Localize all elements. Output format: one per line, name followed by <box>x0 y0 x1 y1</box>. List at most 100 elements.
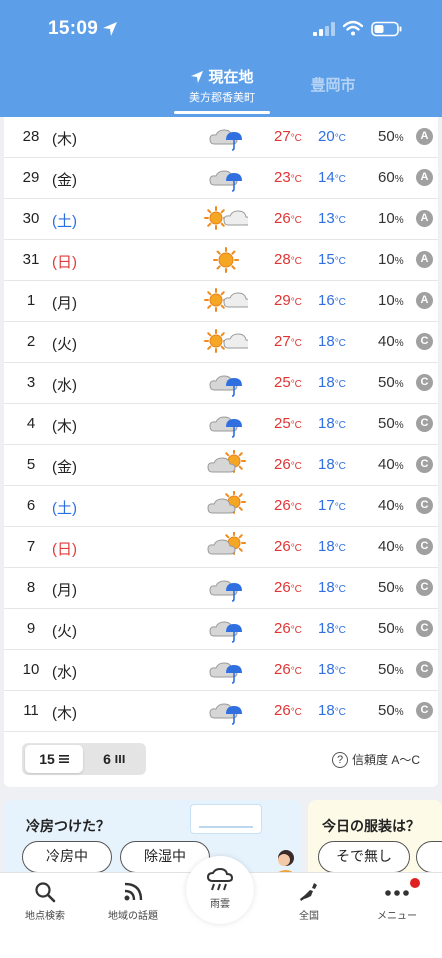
forecast-weekday: (金) <box>52 459 77 476</box>
forecast-day: 31 <box>22 251 40 268</box>
sun-cloud-icon <box>204 288 248 312</box>
wifi-icon <box>343 20 363 36</box>
forecast-reliability-badge: A <box>416 251 433 268</box>
cloud-sun-icon <box>207 491 246 514</box>
nav-national[interactable]: 全国 <box>264 881 354 922</box>
toggle-6-days[interactable]: 6 <box>85 745 143 773</box>
forecast-low-temp: 16°C <box>318 292 346 309</box>
sleeveless-button[interactable]: そで無し <box>318 841 410 873</box>
cloud-rain-icon <box>209 621 242 643</box>
sun-cloud-icon <box>204 206 248 230</box>
forecast-reliability-badge: C <box>416 333 433 350</box>
tab-toyooka[interactable]: 豊岡市 <box>300 74 366 95</box>
sun-icon <box>213 247 239 273</box>
forecast-weekday: (土) <box>52 500 77 517</box>
tab-current-sublabel: 美方郡香美町 <box>189 92 255 104</box>
forecast-high-temp: 26°C <box>274 456 302 473</box>
tab-current-location[interactable]: 現在地 美方郡香美町 <box>172 66 272 116</box>
forecast-weekday: (木) <box>52 131 77 148</box>
forecast-reliability-badge: C <box>416 456 433 473</box>
question-icon: ? <box>332 751 348 768</box>
forecast-weekday: (水) <box>52 377 77 394</box>
forecast-low-temp: 18°C <box>318 415 346 432</box>
ac-survey-title: 冷房つけた？ <box>26 818 110 834</box>
status-time: 15:09 <box>48 18 99 39</box>
nav-search-label: 地点検索 <box>25 911 65 922</box>
forecast-day: 5 <box>26 456 36 473</box>
forecast-row: 4 (木) 25°C 18°C 50% C <box>4 404 438 445</box>
search-icon <box>35 882 56 903</box>
forecast-row: 1 (月) 29°C 16°C 10% A <box>4 281 438 322</box>
cooling-button[interactable]: 冷房中 <box>22 841 112 873</box>
forecast-reliability-badge: C <box>416 702 433 719</box>
forecast-precip-chance: 10% <box>378 292 404 309</box>
nav-rain-radar[interactable]: 雨雲 <box>186 856 254 924</box>
forecast-row: 9 (火) 26°C 18°C 50% C <box>4 609 438 650</box>
forecast-reliability-badge: A <box>416 210 433 227</box>
forecast-day: 28 <box>22 128 40 145</box>
forecast-precip-chance: 50% <box>378 579 404 596</box>
forecast-low-temp: 18°C <box>318 456 346 473</box>
forecast-row: 6 (土) 26°C 17°C 40% C <box>4 486 438 527</box>
toggle-15-days[interactable]: 15 <box>25 745 83 773</box>
forecast-precip-chance: 40% <box>378 456 404 473</box>
forecast-precip-chance: 10% <box>378 210 404 227</box>
nav-menu-label: メニュー <box>377 911 417 922</box>
forecast-precip-chance: 40% <box>378 497 404 514</box>
nav-rain-label: 雨雲 <box>210 899 230 910</box>
forecast-day: 4 <box>26 415 36 432</box>
forecast-reliability-badge: A <box>416 292 433 309</box>
list-icon <box>58 755 69 763</box>
air-conditioner-illustration <box>190 804 262 834</box>
forecast-high-temp: 27°C <box>274 128 302 145</box>
forecast-reliability-badge: C <box>416 661 433 678</box>
forecast-day: 10 <box>22 661 40 678</box>
forecast-high-temp: 26°C <box>274 661 302 678</box>
forecast-row: 2 (火) 27°C 18°C 40% C <box>4 322 438 363</box>
forecast-weekday: (火) <box>52 336 77 353</box>
forecast-high-temp: 23°C <box>274 169 302 186</box>
forecast-day: 29 <box>22 169 40 186</box>
cloud-sun-icon <box>207 450 246 473</box>
reliability-help[interactable]: ? 信頼度 A～C <box>332 751 420 768</box>
nav-topics[interactable]: 地域の話題 <box>88 881 178 922</box>
sun-cloud-icon <box>204 329 248 353</box>
forecast-row: 31 (日) 28°C 15°C 10% A <box>4 240 438 281</box>
forecast-precip-chance: 40% <box>378 333 404 350</box>
forecast-day: 1 <box>26 292 36 309</box>
days-toggle[interactable]: 15 6 <box>22 743 146 775</box>
forecast-high-temp: 26°C <box>274 497 302 514</box>
forecast-precip-chance: 50% <box>378 620 404 637</box>
forecast-reliability-badge: A <box>416 169 433 186</box>
nav-search[interactable]: 地点検索 <box>0 881 90 922</box>
forecast-low-temp: 13°C <box>318 210 346 227</box>
cloud-rain-icon <box>209 662 242 684</box>
forecast-reliability-badge: C <box>416 579 433 596</box>
forecast-row: 8 (月) 26°C 18°C 50% C <box>4 568 438 609</box>
forecast-weekday: (木) <box>52 705 77 722</box>
forecast-low-temp: 15°C <box>318 251 346 268</box>
battery-icon <box>371 21 402 37</box>
forecast-reliability-badge: A <box>416 128 433 145</box>
forecast-low-temp: 18°C <box>318 661 346 678</box>
forecast-low-temp: 14°C <box>318 169 346 186</box>
forecast-low-temp: 18°C <box>318 538 346 555</box>
forecast-high-temp: 26°C <box>274 702 302 719</box>
columns-icon <box>115 755 125 763</box>
forecast-row: 11 (木) 26°C 18°C 50% C <box>4 691 438 732</box>
active-tab-indicator <box>174 111 270 114</box>
forecast-row: 3 (水) 25°C 18°C 50% C <box>4 363 438 404</box>
forecast-high-temp: 25°C <box>274 415 302 432</box>
clothes-option-button[interactable] <box>416 841 442 873</box>
nav-menu[interactable]: メニュー <box>352 881 442 922</box>
forecast-low-temp: 20°C <box>318 128 346 145</box>
forecast-weekday: (火) <box>52 623 77 640</box>
forecast-day: 8 <box>26 579 36 596</box>
forecast-precip-chance: 50% <box>378 374 404 391</box>
forecast-weekday: (日) <box>52 254 77 271</box>
notification-badge <box>410 878 420 888</box>
forecast-row: 28 (木) 27°C 20°C 50% A <box>4 117 438 158</box>
clothes-survey-title: 今日の服装は？ <box>322 818 420 834</box>
status-bar: 15:09 <box>0 0 442 60</box>
forecast-low-temp: 18°C <box>318 333 346 350</box>
